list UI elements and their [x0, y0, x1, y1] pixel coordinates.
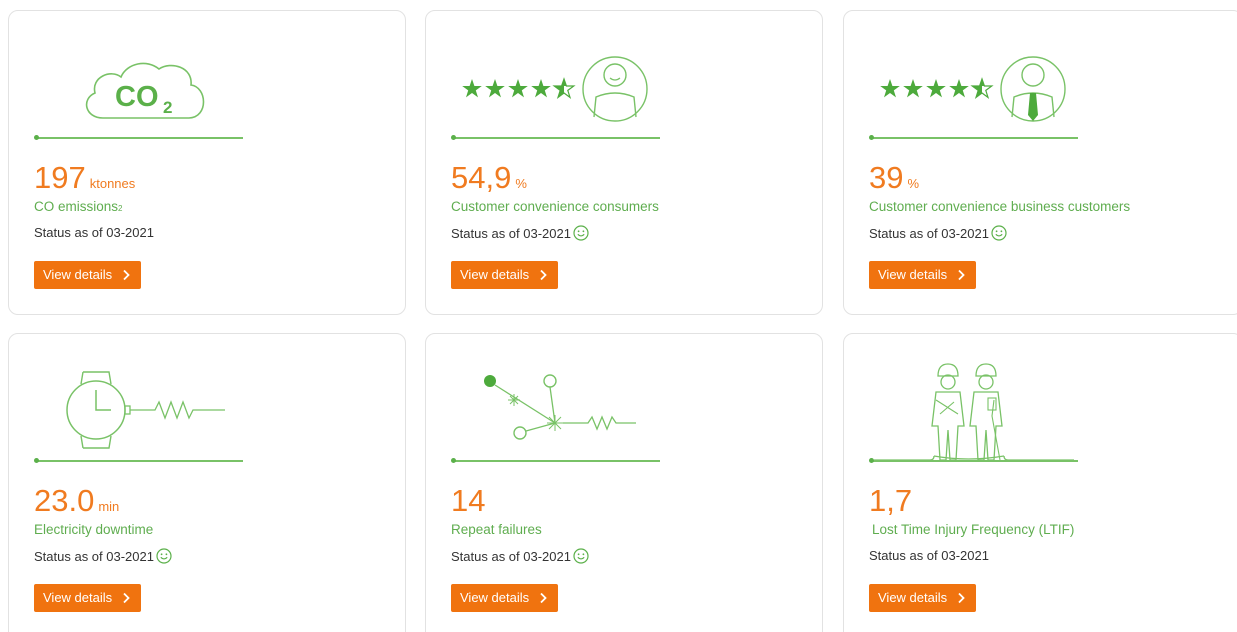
- chevron-right-icon: [540, 592, 547, 604]
- kpi-status: Status as of 03-2021: [34, 548, 172, 564]
- view-details-button[interactable]: View details: [869, 584, 977, 612]
- chevron-right-icon: [540, 269, 547, 281]
- kpi-label: CO emissions2: [34, 199, 123, 214]
- kpi-value: 23.0 min: [34, 483, 120, 518]
- business-avatar-icon: [880, 56, 1066, 122]
- chevron-right-icon: [958, 592, 965, 604]
- kpi-card-business: 39% Customer convenience business custom…: [843, 10, 1237, 315]
- kpi-label: Electricity downtime: [34, 522, 154, 537]
- kpi-value: 14: [451, 483, 486, 518]
- kpi-value: 54,9%: [451, 160, 527, 195]
- kpi-label: Lost Time Injury Frequency (LTIF): [872, 522, 1075, 537]
- card-divider: [34, 458, 243, 463]
- card-divider: [451, 458, 660, 463]
- chevron-right-icon: [123, 592, 130, 604]
- kpi-status: Status as of 03-2021: [451, 548, 589, 564]
- kpi-label: Repeat failures: [451, 522, 542, 537]
- consumer-avatar-icon: [462, 56, 648, 122]
- smiley-icon: [573, 225, 589, 241]
- kpi-value: 1,7: [869, 483, 913, 518]
- kpi-status: Status as of 03-2021: [869, 225, 1007, 241]
- view-details-button[interactable]: View details: [451, 261, 559, 289]
- smiley-icon: [573, 548, 589, 564]
- stopwatch-icon: [66, 371, 225, 449]
- smiley-icon: [991, 225, 1007, 241]
- view-details-button[interactable]: View details: [34, 261, 142, 289]
- chevron-right-icon: [123, 269, 130, 281]
- kpi-card-co2: CO 2 197 ktonnes CO emissions2 Status as …: [8, 10, 406, 315]
- card-divider: [451, 135, 660, 140]
- co2-cloud-icon: CO 2: [85, 62, 205, 119]
- view-details-button[interactable]: View details: [451, 584, 559, 612]
- kpi-value: 39%: [869, 160, 920, 195]
- kpi-card-downtime: 23.0 min Electricity downtime Status as o…: [8, 333, 406, 632]
- kpi-status: Status as of 03-2021: [451, 225, 589, 241]
- svg-text:CO: CO: [115, 81, 159, 113]
- card-divider: [869, 458, 1078, 463]
- kpi-label: Customer convenience consumers: [451, 199, 659, 214]
- kpi-status: Status as of 03-2021: [869, 548, 989, 563]
- kpi-card-repeat-failures: 14 Repeat failures Status as of 03-2021 …: [425, 333, 823, 632]
- kpi-grid: CO 2 197 ktonnes CO emissions2 Status as …: [0, 0, 1237, 632]
- kpi-value: 197 ktonnes: [34, 160, 136, 195]
- card-divider: [869, 135, 1078, 140]
- svg-text:2: 2: [163, 98, 172, 117]
- chevron-right-icon: [958, 269, 965, 281]
- smiley-icon: [156, 548, 172, 564]
- view-details-button[interactable]: View details: [34, 584, 142, 612]
- network-failure-icon: [484, 374, 636, 440]
- kpi-card-ltif: 1,7 Lost Time Injury Frequency (LTIF) St…: [843, 333, 1237, 632]
- card-divider: [34, 135, 243, 140]
- kpi-card-consumers: 54,9% Customer convenience consumers Sta…: [425, 10, 823, 315]
- view-details-button[interactable]: View details: [869, 261, 977, 289]
- workers-icon: [874, 363, 1074, 461]
- kpi-status: Status as of 03-2021: [34, 225, 154, 240]
- kpi-label: Customer convenience business customers: [869, 199, 1131, 214]
